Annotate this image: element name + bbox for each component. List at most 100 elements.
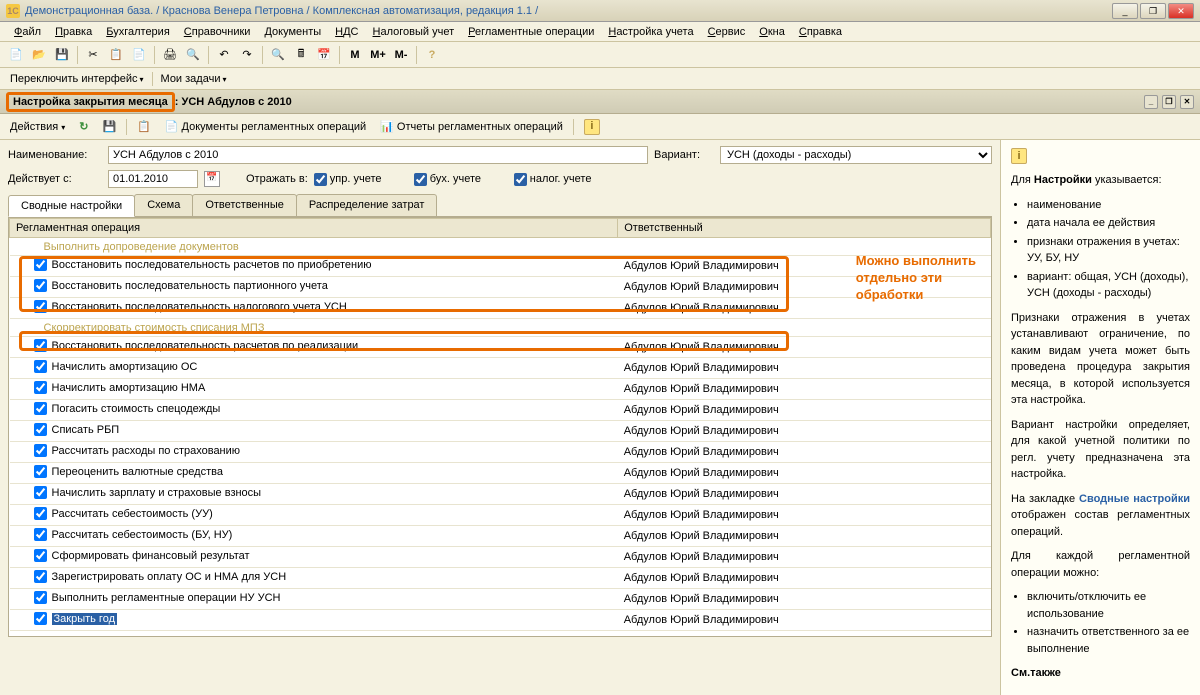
table-row[interactable]: Начислить амортизацию ОСАбдулов Юрий Вла…	[10, 358, 991, 379]
table-row[interactable]: Зарегистрировать оплату ОС и НМА для УСН…	[10, 568, 991, 589]
name-input[interactable]	[108, 146, 648, 164]
menu-Налоговый учет[interactable]: Налоговый учет	[367, 24, 461, 40]
row-checkbox[interactable]	[34, 507, 47, 520]
save-doc-icon[interactable]: 💾	[98, 118, 120, 135]
menu-Справка[interactable]: Справка	[793, 24, 848, 40]
table-row[interactable]: Рассчитать себестоимость (БУ, НУ)Абдулов…	[10, 526, 991, 547]
cut-icon[interactable]: ✂	[83, 45, 103, 65]
help-panel: i Для Настройки указывается: наименовани…	[1000, 140, 1200, 695]
row-checkbox[interactable]	[34, 612, 47, 625]
m-minus-button[interactable]: M-	[391, 45, 411, 65]
doc-restore-button[interactable]: ❐	[1162, 95, 1176, 109]
maximize-button[interactable]: ❐	[1140, 3, 1166, 19]
table-row[interactable]: Восстановить последовательность расчетов…	[10, 337, 991, 358]
row-checkbox[interactable]	[34, 549, 47, 562]
row-checkbox[interactable]	[34, 381, 47, 394]
close-button[interactable]: ✕	[1168, 3, 1194, 19]
tab-Распределение затрат[interactable]: Распределение затрат	[296, 194, 438, 216]
tab-Схема[interactable]: Схема	[134, 194, 193, 216]
calendar-icon[interactable]: 📅	[314, 45, 334, 65]
content-area: Наименование: Вариант: УСН (доходы - рас…	[0, 140, 1000, 695]
menu-Окна[interactable]: Окна	[753, 24, 791, 40]
undo-icon[interactable]: ↶	[214, 45, 234, 65]
tab-Ответственные[interactable]: Ответственные	[192, 194, 297, 216]
table-row[interactable]: Начислить амортизацию НМААбдулов Юрий Вл…	[10, 379, 991, 400]
menu-Сервис[interactable]: Сервис	[702, 24, 752, 40]
date-input[interactable]	[108, 170, 198, 188]
table-row[interactable]: Выполнить допроведение документов	[10, 238, 991, 256]
table-row[interactable]: Восстановить последовательность расчетов…	[10, 256, 991, 277]
upr-checkbox[interactable]: упр. учете	[314, 173, 408, 186]
menu-Бухгалтерия[interactable]: Бухгалтерия	[100, 24, 176, 40]
table-row[interactable]: Скорректировать стоимость списания МПЗ	[10, 319, 991, 337]
nalog-checkbox[interactable]: налог. учете	[514, 173, 608, 186]
doc-minimize-button[interactable]: _	[1144, 95, 1158, 109]
table-row[interactable]: Списать РБПАбдулов Юрий Владимирович	[10, 421, 991, 442]
actions-toolbar: Действия 💾 📋 📄Документы регламентных опе…	[0, 114, 1200, 140]
print-icon[interactable]: 🖨	[160, 45, 180, 65]
list-icon[interactable]: 📋	[133, 118, 155, 135]
menu-Правка[interactable]: Правка	[49, 24, 98, 40]
table-row[interactable]: Восстановить последовательность партионн…	[10, 277, 991, 298]
reflect-label: Отражать в:	[246, 173, 308, 185]
switch-interface-link[interactable]: Переключить интерфейс	[6, 71, 148, 87]
calc-icon[interactable]: 🖩	[291, 45, 311, 65]
my-tasks-link[interactable]: Мои задачи	[157, 71, 231, 87]
m-button[interactable]: M	[345, 45, 365, 65]
minimize-button[interactable]: _	[1112, 3, 1138, 19]
col-operation[interactable]: Регламентная операция	[10, 219, 618, 238]
find-icon[interactable]: 🔍	[268, 45, 288, 65]
col-responsible[interactable]: Ответственный	[618, 219, 991, 238]
row-checkbox[interactable]	[34, 444, 47, 457]
variant-select[interactable]: УСН (доходы - расходы)	[720, 146, 992, 164]
save-icon[interactable]: 💾	[52, 45, 72, 65]
row-checkbox[interactable]	[34, 570, 47, 583]
row-checkbox[interactable]	[34, 486, 47, 499]
table-row[interactable]: Переоценить валютные средстваАбдулов Юри…	[10, 463, 991, 484]
table-row[interactable]: Погасить стоимость спецодеждыАбдулов Юри…	[10, 400, 991, 421]
help-icon[interactable]: ?	[422, 45, 442, 65]
copy-icon[interactable]: 📋	[106, 45, 126, 65]
row-checkbox[interactable]	[34, 402, 47, 415]
calendar-picker-icon[interactable]: 📅	[204, 171, 220, 187]
actions-menu[interactable]: Действия	[6, 119, 69, 135]
table-row[interactable]: Начислить зарплату и страховые взносыАбд…	[10, 484, 991, 505]
row-checkbox[interactable]	[34, 279, 47, 292]
doc-close-button[interactable]: ✕	[1180, 95, 1194, 109]
table-row[interactable]: Рассчитать расходы по страхованиюАбдулов…	[10, 442, 991, 463]
row-checkbox[interactable]	[34, 528, 47, 541]
table-row[interactable]: Выполнить регламентные операции НУ УСНАб…	[10, 589, 991, 610]
buh-checkbox[interactable]: бух. учете	[414, 173, 508, 186]
table-row[interactable]: Рассчитать себестоимость (УУ)Абдулов Юри…	[10, 505, 991, 526]
row-checkbox[interactable]	[34, 258, 47, 271]
row-checkbox[interactable]	[34, 591, 47, 604]
menu-Справочники[interactable]: Справочники	[178, 24, 257, 40]
row-checkbox[interactable]	[34, 360, 47, 373]
refresh-icon[interactable]	[75, 118, 92, 135]
menu-Файл[interactable]: Файл	[8, 24, 47, 40]
menu-Документы[interactable]: Документы	[258, 24, 327, 40]
m-plus-button[interactable]: M+	[368, 45, 388, 65]
help-bullet: наименование	[1027, 197, 1190, 214]
reg-reports-link[interactable]: 📊Отчеты регламентных операций	[376, 118, 567, 135]
print-preview-icon[interactable]: 🔍	[183, 45, 203, 65]
tab-Сводные настройки[interactable]: Сводные настройки	[8, 195, 135, 217]
reg-docs-link[interactable]: 📄Документы регламентных операций	[161, 118, 370, 135]
name-label: Наименование:	[8, 149, 102, 161]
table-row[interactable]: Сформировать финансовый результатАбдулов…	[10, 547, 991, 568]
row-checkbox[interactable]	[34, 423, 47, 436]
new-doc-icon[interactable]: 📄	[6, 45, 26, 65]
row-checkbox[interactable]	[34, 339, 47, 352]
paste-icon[interactable]: 📄	[129, 45, 149, 65]
info-icon[interactable]	[580, 117, 604, 137]
menu-НДС[interactable]: НДС	[329, 24, 364, 40]
main-toolbar: 📄 📂 💾 ✂ 📋 📄 🖨 🔍 ↶ ↷ 🔍 🖩 📅 M M+ M- ?	[0, 42, 1200, 68]
open-icon[interactable]: 📂	[29, 45, 49, 65]
menu-Настройка учета[interactable]: Настройка учета	[602, 24, 699, 40]
row-checkbox[interactable]	[34, 300, 47, 313]
redo-icon[interactable]: ↷	[237, 45, 257, 65]
row-checkbox[interactable]	[34, 465, 47, 478]
table-row[interactable]: Восстановить последовательность налогово…	[10, 298, 991, 319]
table-row[interactable]: Закрыть годАбдулов Юрий Владимирович	[10, 610, 991, 631]
menu-Регламентные операции[interactable]: Регламентные операции	[462, 24, 600, 40]
